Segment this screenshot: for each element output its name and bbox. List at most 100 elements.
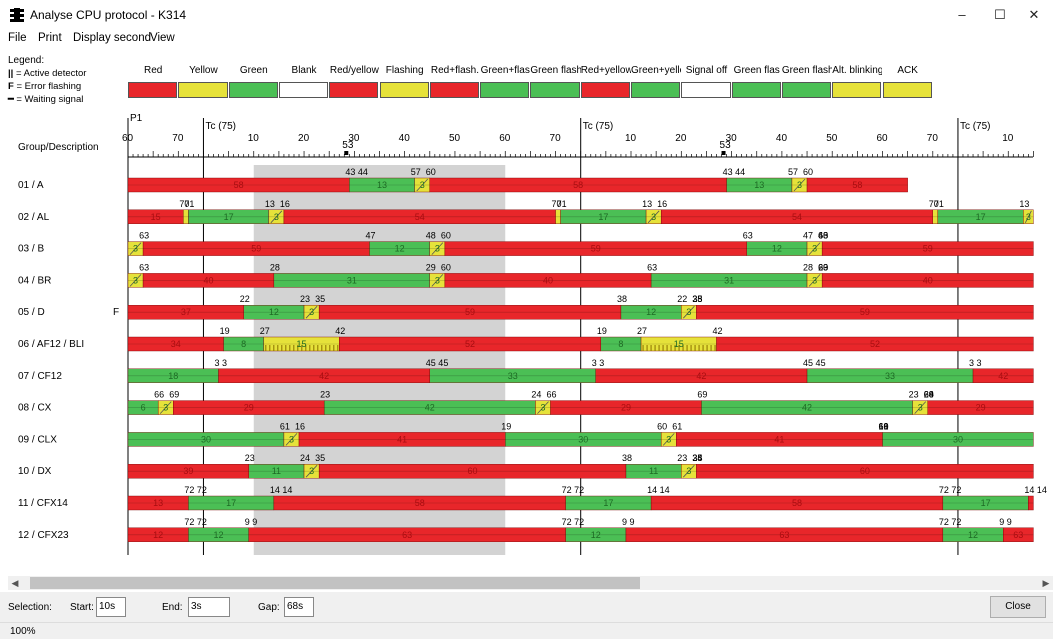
segment-duration: 30 [201, 434, 211, 444]
segment-duration: 12 [269, 307, 279, 317]
axis-tick-label: 10 [1002, 133, 1014, 144]
axis-tick-label: 10 [625, 133, 637, 144]
segment-duration: 17 [226, 498, 236, 508]
transition-label: 24 [300, 453, 310, 463]
segment-duration: 31 [724, 275, 734, 285]
segment-duration: 3 [420, 180, 425, 190]
selection-panel: Selection: Start: 10s End: 3s Gap: 68s C… [0, 592, 1053, 622]
segment-duration: 12 [153, 530, 163, 540]
segment-duration: 3 [540, 403, 545, 413]
transition-label: 66 [547, 390, 557, 400]
transition-label: 38 [617, 294, 627, 304]
transition-label: 43 44 [723, 167, 746, 177]
segment-duration: 59 [591, 244, 601, 254]
transition-label: 71 [934, 199, 944, 209]
transition-label: 71 [184, 199, 194, 209]
scrollbar-thumb[interactable] [30, 577, 640, 589]
segment-duration: 3 [309, 466, 314, 476]
transition-label: 42 [335, 326, 345, 336]
transition-label: 22 [240, 294, 250, 304]
transition-label: 63 [818, 262, 828, 272]
segment-duration: 29 [621, 403, 631, 413]
transition-label: 69 [169, 390, 179, 400]
transition-label: 9 9 [999, 517, 1012, 527]
transition-label: 28 [270, 262, 280, 272]
transition-label: 16 [280, 199, 290, 209]
p1-label: P1 [130, 113, 143, 124]
transition-label: 60 [803, 167, 813, 177]
segment-duration: 42 [696, 371, 706, 381]
transition-label: 47 [803, 231, 813, 241]
transition-label: 38 [692, 453, 702, 463]
transition-label: 45 45 [803, 358, 826, 368]
transition-label: 23 [909, 390, 919, 400]
segment-duration: 17 [598, 212, 608, 222]
transition-label: 47 [365, 231, 375, 241]
transition-label: 45 45 [426, 358, 449, 368]
segment-duration: 58 [573, 180, 583, 190]
axis-tick-label: 40 [776, 133, 788, 144]
close-button[interactable]: Close [990, 596, 1046, 618]
transition-label: 69 [924, 390, 934, 400]
transition-label: 72 72 [184, 517, 207, 527]
transition-label: 57 [411, 167, 421, 177]
marker-box [344, 151, 349, 155]
group-name: 12 / CFX23 [18, 530, 69, 541]
signal-plan-chart: Group/Description P1 60 70 10 20 30 40 50 60 70 10 2… [18, 113, 1047, 555]
transition-label: 63 [647, 262, 657, 272]
transition-label: 19 [501, 421, 511, 431]
transition-label: 48 [426, 231, 436, 241]
segment-duration: 37 [181, 307, 191, 317]
segment-duration: 58 [234, 180, 244, 190]
segment-duration: 59 [465, 307, 475, 317]
segment-duration: 3 [274, 212, 279, 222]
axis-tick-label: 70 [550, 133, 562, 144]
transition-label: 19 [597, 326, 607, 336]
segment-duration: 42 [425, 403, 435, 413]
transition-label: 72 72 [562, 485, 585, 495]
end-field[interactable]: 3s [188, 597, 230, 617]
transition-label: 61 [879, 421, 889, 431]
segment-duration: 3 [686, 466, 691, 476]
group-name: 09 / CLX [18, 434, 57, 445]
transition-label: 13 [1019, 199, 1029, 209]
gap-field[interactable]: 68s [284, 597, 314, 617]
segment-duration: 59 [251, 244, 261, 254]
segment-duration: 54 [415, 212, 425, 222]
transition-label: 61 [672, 421, 682, 431]
group-name: 03 / B [18, 244, 44, 255]
scroll-left-icon[interactable]: ◀ [8, 576, 22, 590]
start-field[interactable]: 10s [96, 597, 126, 617]
axis-tick-label: 70 [172, 133, 184, 144]
axis-tick-label: 60 [877, 133, 889, 144]
transition-label: 27 [637, 326, 647, 336]
transition-label: 3 3 [592, 358, 605, 368]
segment-duration: 12 [214, 530, 224, 540]
scroll-right-icon[interactable]: ▶ [1039, 576, 1053, 590]
segment-duration: 41 [397, 434, 407, 444]
segment-duration: 29 [244, 403, 254, 413]
horizontal-scrollbar[interactable]: ◀ ▶ [8, 576, 1053, 590]
segment-duration: 3 [797, 180, 802, 190]
transition-label: 60 [657, 421, 667, 431]
transition-label: 43 44 [345, 167, 368, 177]
cycle-label: Tc (75) [583, 121, 614, 132]
segment-duration: 42 [998, 371, 1008, 381]
segment-duration: 17 [981, 498, 991, 508]
group-name: 06 / AF12 / BLI [18, 339, 84, 350]
transition-label: 35 [315, 453, 325, 463]
transition-label: 38 [692, 294, 702, 304]
segment-duration: 41 [774, 434, 784, 444]
segment-duration: 3 [133, 275, 138, 285]
segment-duration: 3 [1026, 212, 1031, 222]
group-name: 10 / DX [18, 466, 52, 477]
transition-label: 23 [320, 390, 330, 400]
gap-label: Gap: [258, 602, 280, 613]
segment-duration: 59 [923, 244, 933, 254]
transition-label: 69 [697, 390, 707, 400]
zoom-level: 100% [10, 626, 36, 637]
segment-duration: 12 [646, 307, 656, 317]
segment-duration: 13 [153, 498, 163, 508]
transition-label: 72 72 [939, 485, 962, 495]
segment-duration: 58 [415, 498, 425, 508]
